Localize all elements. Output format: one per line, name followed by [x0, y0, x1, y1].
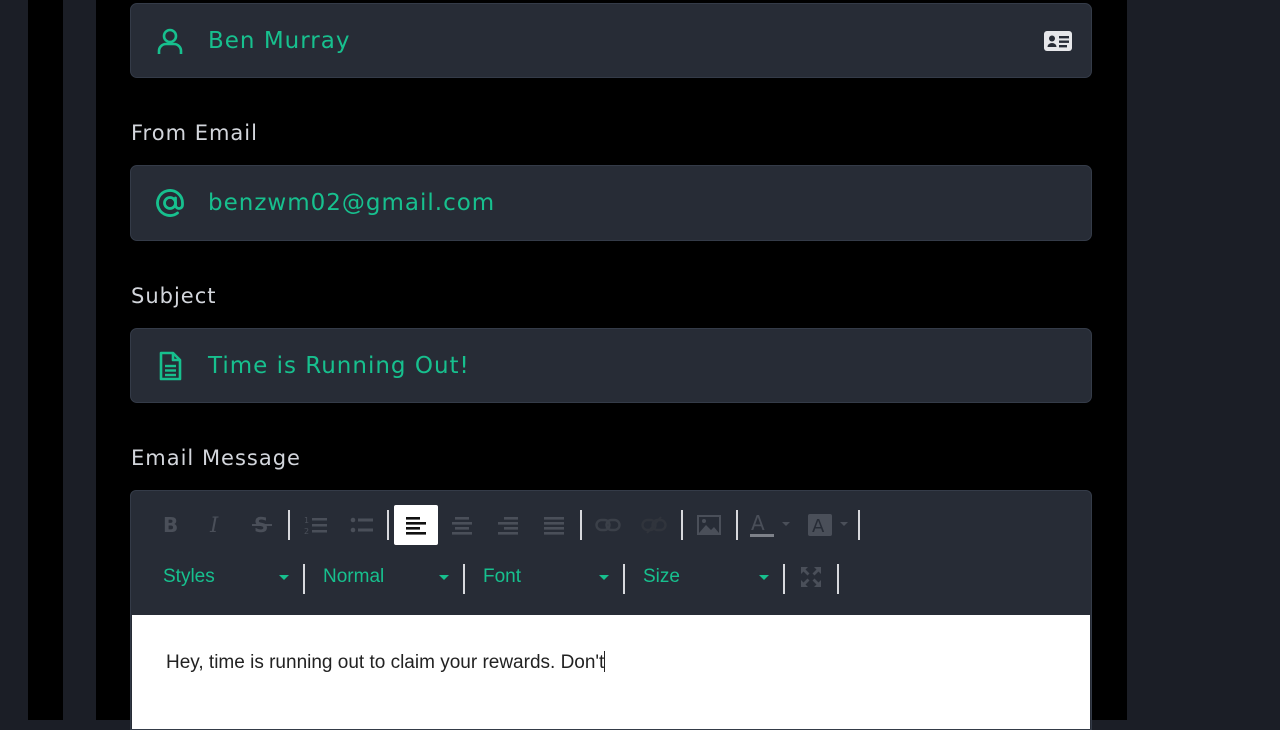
svg-text:1: 1 — [304, 516, 309, 525]
maximize-icon — [801, 567, 821, 587]
maximize-button[interactable] — [794, 557, 828, 597]
text-cursor — [604, 651, 606, 672]
svg-text:I: I — [209, 514, 219, 536]
align-left-button[interactable] — [394, 505, 438, 545]
toolbar-separator — [837, 564, 839, 594]
link-button[interactable] — [591, 505, 625, 545]
chevron-down-icon — [439, 575, 449, 580]
font-combo-label: Font — [483, 566, 522, 587]
text-color-icon: A — [750, 512, 790, 537]
from-email-field[interactable]: benzwm02@gmail.com — [130, 165, 1092, 241]
editor-content-area[interactable]: Hey, time is running out to claim your r… — [132, 615, 1090, 729]
background-stripe — [63, 0, 96, 720]
chevron-down-icon — [599, 575, 609, 580]
background-stripe — [28, 0, 63, 720]
svg-text:2: 2 — [304, 527, 309, 536]
align-center-button[interactable] — [445, 505, 479, 545]
bold-icon: B — [163, 514, 178, 536]
toolbar-separator — [303, 564, 305, 594]
align-center-icon — [452, 517, 472, 535]
from-name-field[interactable]: Ben Murray — [130, 3, 1092, 78]
editor-text-line: Hey, time is running out to claim your r… — [166, 651, 606, 674]
link-icon — [595, 518, 621, 532]
strikethrough-icon: S — [252, 514, 272, 536]
styles-combo[interactable]: Styles — [163, 555, 293, 599]
subject-field[interactable]: Time is Running Out! — [130, 328, 1092, 403]
toolbar-separator — [580, 510, 582, 540]
align-right-icon — [498, 517, 518, 535]
toolbar-separator — [858, 510, 860, 540]
image-button[interactable] — [692, 505, 726, 545]
align-right-button[interactable] — [491, 505, 525, 545]
chevron-down-icon — [759, 575, 769, 580]
email-message-label: Email Message — [131, 446, 301, 470]
format-combo[interactable]: Normal — [323, 555, 453, 599]
svg-text:A: A — [751, 512, 765, 535]
justify-button[interactable] — [537, 505, 571, 545]
document-icon — [159, 351, 182, 380]
from-name-value: Ben Murray — [208, 27, 351, 54]
justify-icon — [544, 517, 564, 535]
toolbar-separator — [681, 510, 683, 540]
image-icon — [697, 515, 721, 535]
unlink-icon — [641, 516, 667, 534]
from-email-label: From Email — [131, 121, 258, 145]
rich-text-editor: B I S 1 2 A A Styles Normal Font Size He… — [130, 490, 1092, 730]
subject-label: Subject — [131, 284, 217, 308]
italic-button[interactable]: I — [199, 505, 233, 545]
background-color-icon: A — [808, 514, 848, 537]
subject-value: Time is Running Out! — [208, 352, 470, 379]
editor-body-text: Hey, time is running out to claim your r… — [166, 652, 605, 673]
strikethrough-button[interactable]: S — [245, 505, 279, 545]
font-combo[interactable]: Font — [483, 555, 613, 599]
unlink-button[interactable] — [637, 505, 671, 545]
svg-text:A: A — [812, 516, 825, 537]
toolbar-separator — [288, 510, 290, 540]
styles-combo-label: Styles — [163, 566, 215, 587]
bold-button[interactable]: B — [153, 505, 187, 545]
numbered-list-icon: 1 2 — [304, 516, 327, 536]
size-combo[interactable]: Size — [643, 555, 773, 599]
bulleted-list-icon — [350, 517, 373, 533]
svg-text:B: B — [163, 514, 178, 536]
background-color-button[interactable]: A — [803, 505, 851, 545]
bulleted-list-button[interactable] — [345, 505, 379, 545]
toolbar-separator — [736, 510, 738, 540]
user-icon — [157, 28, 183, 54]
from-email-value: benzwm02@gmail.com — [208, 190, 496, 216]
contact-card-icon[interactable] — [1043, 28, 1073, 54]
numbered-list-button[interactable]: 1 2 — [299, 505, 333, 545]
format-combo-label: Normal — [323, 566, 385, 587]
chevron-down-icon — [279, 575, 289, 580]
at-sign-icon — [156, 189, 184, 217]
toolbar-separator — [623, 564, 625, 594]
toolbar-separator — [463, 564, 465, 594]
toolbar-separator — [783, 564, 785, 594]
align-left-icon — [406, 517, 426, 535]
toolbar-separator — [387, 510, 389, 540]
size-combo-label: Size — [643, 566, 680, 587]
italic-icon: I — [209, 514, 219, 536]
text-color-button[interactable]: A — [745, 505, 793, 545]
